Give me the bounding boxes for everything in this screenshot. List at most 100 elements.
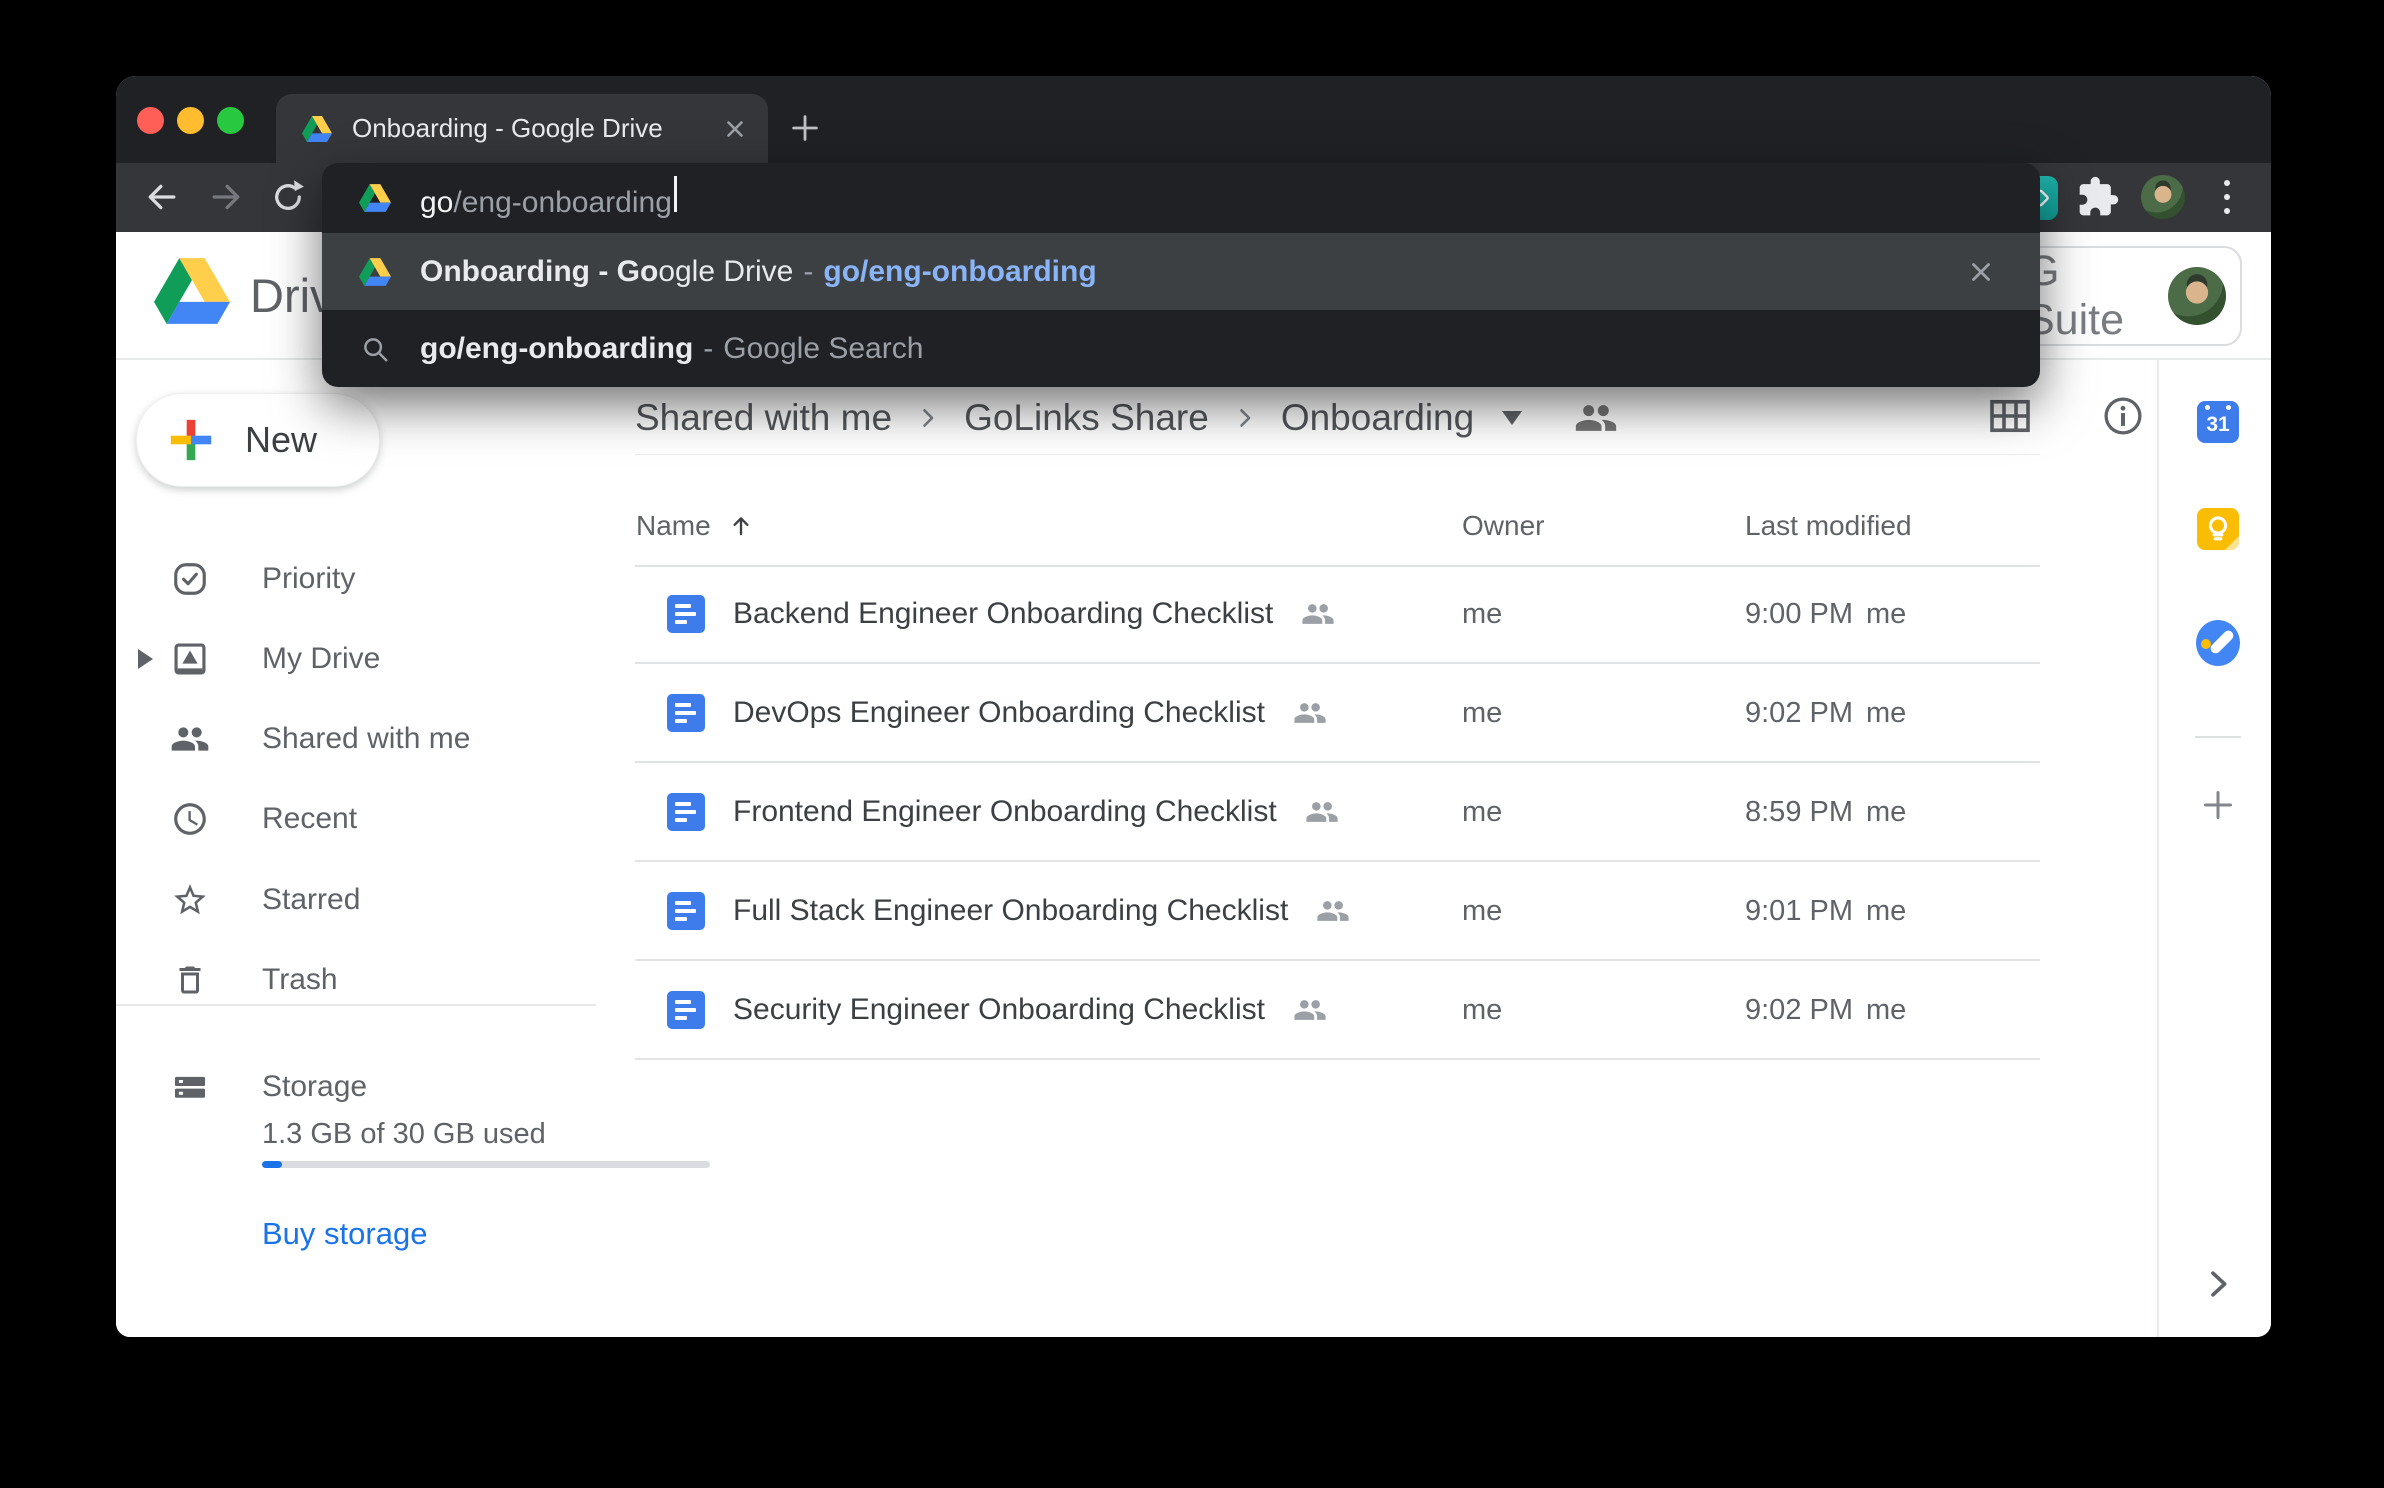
column-header-name[interactable]: Name bbox=[636, 510, 755, 542]
tab-close-icon[interactable] bbox=[722, 116, 748, 142]
browser-menu-icon[interactable] bbox=[2224, 180, 2230, 214]
shared-folder-icon[interactable] bbox=[1574, 396, 1618, 440]
zoom-window-button[interactable] bbox=[217, 107, 244, 134]
sidebar-item-storage[interactable]: Storage bbox=[116, 1047, 596, 1127]
suggestion-url: go/eng-onboarding bbox=[823, 255, 1096, 289]
file-modified-time: 9:02 PM bbox=[1745, 994, 1853, 1027]
file-name: Backend Engineer Onboarding Checklist bbox=[733, 597, 1273, 631]
file-name: DevOps Engineer Onboarding Checklist bbox=[733, 696, 1265, 730]
sidebar-divider bbox=[116, 1004, 596, 1006]
column-header-owner[interactable]: Owner bbox=[1462, 510, 1544, 542]
sidebar-label: Recent bbox=[262, 802, 357, 836]
table-row[interactable]: Security Engineer Onboarding Checklist m… bbox=[635, 961, 2040, 1060]
new-button[interactable]: New bbox=[136, 393, 380, 487]
new-tab-button[interactable] bbox=[788, 111, 822, 145]
gsuite-label: G Suite bbox=[2026, 247, 2168, 345]
forward-icon[interactable] bbox=[206, 177, 246, 217]
sidebar-item-recent[interactable]: Recent bbox=[116, 779, 596, 859]
account-avatar[interactable] bbox=[2168, 267, 2226, 325]
breadcrumb-onboarding[interactable]: Onboarding bbox=[1281, 397, 1474, 439]
sidebar-item-priority[interactable]: Priority bbox=[116, 539, 596, 619]
name-column-label: Name bbox=[636, 510, 711, 542]
suggestion-separator: - bbox=[703, 332, 713, 366]
keep-icon[interactable] bbox=[2196, 508, 2240, 550]
column-header-last-modified[interactable]: Last modified bbox=[1745, 510, 1912, 542]
add-addon-icon[interactable] bbox=[2196, 785, 2240, 825]
rail-divider bbox=[2195, 736, 2241, 738]
browser-profile-avatar[interactable] bbox=[2141, 175, 2185, 219]
chevron-right-icon bbox=[1231, 404, 1259, 432]
file-modified-time: 8:59 PM bbox=[1745, 796, 1853, 829]
file-name: Full Stack Engineer Onboarding Checklist bbox=[733, 894, 1288, 928]
file-modified-by: me bbox=[1866, 697, 1906, 730]
collapse-panel-chevron-icon[interactable] bbox=[2196, 1264, 2240, 1304]
google-plus-icon bbox=[167, 416, 215, 464]
sidebar-item-trash[interactable]: Trash bbox=[116, 940, 596, 1020]
url-typed-text: go bbox=[420, 186, 453, 220]
storage-icon bbox=[170, 1068, 210, 1106]
sidebar-label: Starred bbox=[262, 883, 360, 917]
close-window-button[interactable] bbox=[137, 107, 164, 134]
shared-people-icon bbox=[1316, 894, 1350, 928]
storage-usage-text: 1.3 GB of 30 GB used bbox=[262, 1118, 546, 1151]
google-docs-icon bbox=[667, 694, 705, 732]
grid-view-icon[interactable] bbox=[1989, 398, 2031, 434]
sidebar-item-shared-with-me[interactable]: Shared with me bbox=[116, 699, 596, 779]
tasks-icon[interactable] bbox=[2196, 620, 2240, 666]
breadcrumb-golinks-share[interactable]: GoLinks Share bbox=[964, 397, 1209, 439]
table-row[interactable]: Frontend Engineer Onboarding Checklist m… bbox=[635, 763, 2040, 862]
url-input[interactable]: go/eng-onboarding bbox=[420, 176, 677, 220]
suggestion-separator: - bbox=[803, 255, 813, 289]
chevron-right-icon bbox=[914, 404, 942, 432]
suggestion-title: ogle Drive bbox=[658, 255, 793, 289]
google-drive-favicon-icon bbox=[358, 184, 392, 212]
remove-suggestion-icon[interactable] bbox=[1966, 257, 1996, 287]
address-bar[interactable]: go/eng-onboarding bbox=[322, 163, 2040, 233]
breadcrumb: Shared with me GoLinks Share Onboarding bbox=[635, 388, 1618, 448]
table-row[interactable]: DevOps Engineer Onboarding Checklist me … bbox=[635, 664, 2040, 763]
suggestion-query: go/eng-onboarding bbox=[420, 332, 693, 366]
file-modified-by: me bbox=[1866, 598, 1906, 631]
buy-storage-button[interactable]: Buy storage bbox=[262, 1216, 427, 1252]
sidebar-label: Shared with me bbox=[262, 722, 470, 756]
extensions-puzzle-icon[interactable] bbox=[2076, 175, 2120, 219]
tab-title: Onboarding - Google Drive bbox=[352, 113, 722, 144]
minimize-window-button[interactable] bbox=[177, 107, 204, 134]
calendar-icon[interactable]: 31 bbox=[2196, 401, 2240, 443]
file-table: Backend Engineer Onboarding Checklist me… bbox=[635, 565, 2040, 1060]
google-drive-logo-icon[interactable] bbox=[154, 258, 230, 329]
sidebar-label: Storage bbox=[262, 1070, 367, 1104]
suggestion-engine: Google Search bbox=[723, 332, 923, 366]
info-icon[interactable] bbox=[2101, 394, 2145, 438]
browser-window: Onboarding - Google Drive bbox=[116, 76, 2271, 1337]
sidebar-label: Priority bbox=[262, 562, 355, 596]
text-cursor bbox=[674, 176, 677, 212]
suggestion-google-search[interactable]: go/eng-onboarding-Google Search bbox=[322, 310, 2040, 387]
people-icon bbox=[170, 719, 210, 759]
suggestion-title-bold: Onboarding - Go bbox=[420, 255, 658, 289]
file-owner: me bbox=[1462, 697, 1502, 730]
google-docs-icon bbox=[667, 793, 705, 831]
suggestion-drive-result[interactable]: Onboarding - Google Drive-go/eng-onboard… bbox=[322, 233, 2040, 310]
trash-icon bbox=[170, 962, 210, 998]
breadcrumb-shared-with-me[interactable]: Shared with me bbox=[635, 397, 892, 439]
folder-menu-caret-icon[interactable] bbox=[1502, 411, 1522, 425]
back-icon[interactable] bbox=[142, 177, 182, 217]
sort-ascending-icon[interactable] bbox=[727, 512, 755, 540]
file-owner: me bbox=[1462, 895, 1502, 928]
priority-check-icon bbox=[170, 560, 210, 598]
sidebar-item-starred[interactable]: Starred bbox=[116, 860, 596, 940]
browser-tab[interactable]: Onboarding - Google Drive bbox=[276, 94, 768, 163]
shared-people-icon bbox=[1301, 597, 1335, 631]
expand-arrow-icon[interactable] bbox=[138, 649, 153, 669]
table-row[interactable]: Full Stack Engineer Onboarding Checklist… bbox=[635, 862, 2040, 961]
sidebar-item-my-drive[interactable]: My Drive bbox=[116, 619, 596, 699]
table-header: Name Owner Last modified bbox=[635, 498, 2040, 567]
url-autocomplete-text: /eng-onboarding bbox=[453, 186, 672, 220]
calendar-day-label: 31 bbox=[2206, 413, 2229, 437]
google-drive-favicon-icon bbox=[358, 258, 392, 286]
file-modified-time: 9:00 PM bbox=[1745, 598, 1853, 631]
table-row[interactable]: Backend Engineer Onboarding Checklist me… bbox=[635, 565, 2040, 664]
file-modified-time: 9:02 PM bbox=[1745, 697, 1853, 730]
reload-icon[interactable] bbox=[268, 177, 308, 217]
